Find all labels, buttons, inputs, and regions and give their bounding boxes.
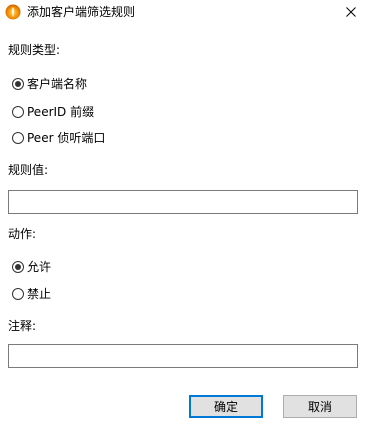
radio-label: 允许: [27, 260, 52, 274]
radio-indicator[interactable]: [12, 132, 24, 144]
radio-peer-listen-port[interactable]: Peer 侦听端口: [12, 130, 105, 146]
radio-label: 禁止: [27, 287, 52, 301]
radio-label: PeerID 前缀: [27, 105, 95, 119]
comment-input[interactable]: [8, 344, 358, 368]
ok-button[interactable]: 确定: [189, 395, 263, 418]
radio-label: 客户端名称: [27, 77, 88, 91]
radio-deny[interactable]: 禁止: [12, 286, 51, 302]
close-icon: [346, 7, 356, 17]
radio-client-name[interactable]: 客户端名称: [12, 76, 87, 92]
action-label: 动作:: [8, 227, 37, 241]
radio-indicator[interactable]: [12, 78, 24, 90]
radio-allow[interactable]: 允许: [12, 259, 51, 275]
window-title: 添加客户端筛选规则: [27, 5, 136, 19]
close-button[interactable]: [336, 0, 366, 24]
rule-type-label: 规则类型:: [8, 43, 61, 57]
app-flame-icon: [5, 4, 21, 20]
rule-value-label: 规则值:: [8, 163, 49, 177]
title-bar: 添加客户端筛选规则: [0, 0, 366, 24]
dialog-window: 添加客户端筛选规则 规则类型: 客户端名称 PeerID 前缀 Peer 侦听端…: [0, 0, 366, 422]
radio-indicator[interactable]: [12, 261, 24, 273]
radio-peerid-prefix[interactable]: PeerID 前缀: [12, 104, 94, 120]
radio-label: Peer 侦听端口: [27, 131, 106, 145]
radio-indicator[interactable]: [12, 106, 24, 118]
cancel-button[interactable]: 取消: [283, 395, 357, 418]
rule-value-input[interactable]: [8, 190, 358, 214]
radio-indicator[interactable]: [12, 288, 24, 300]
comment-label: 注释:: [8, 319, 37, 333]
